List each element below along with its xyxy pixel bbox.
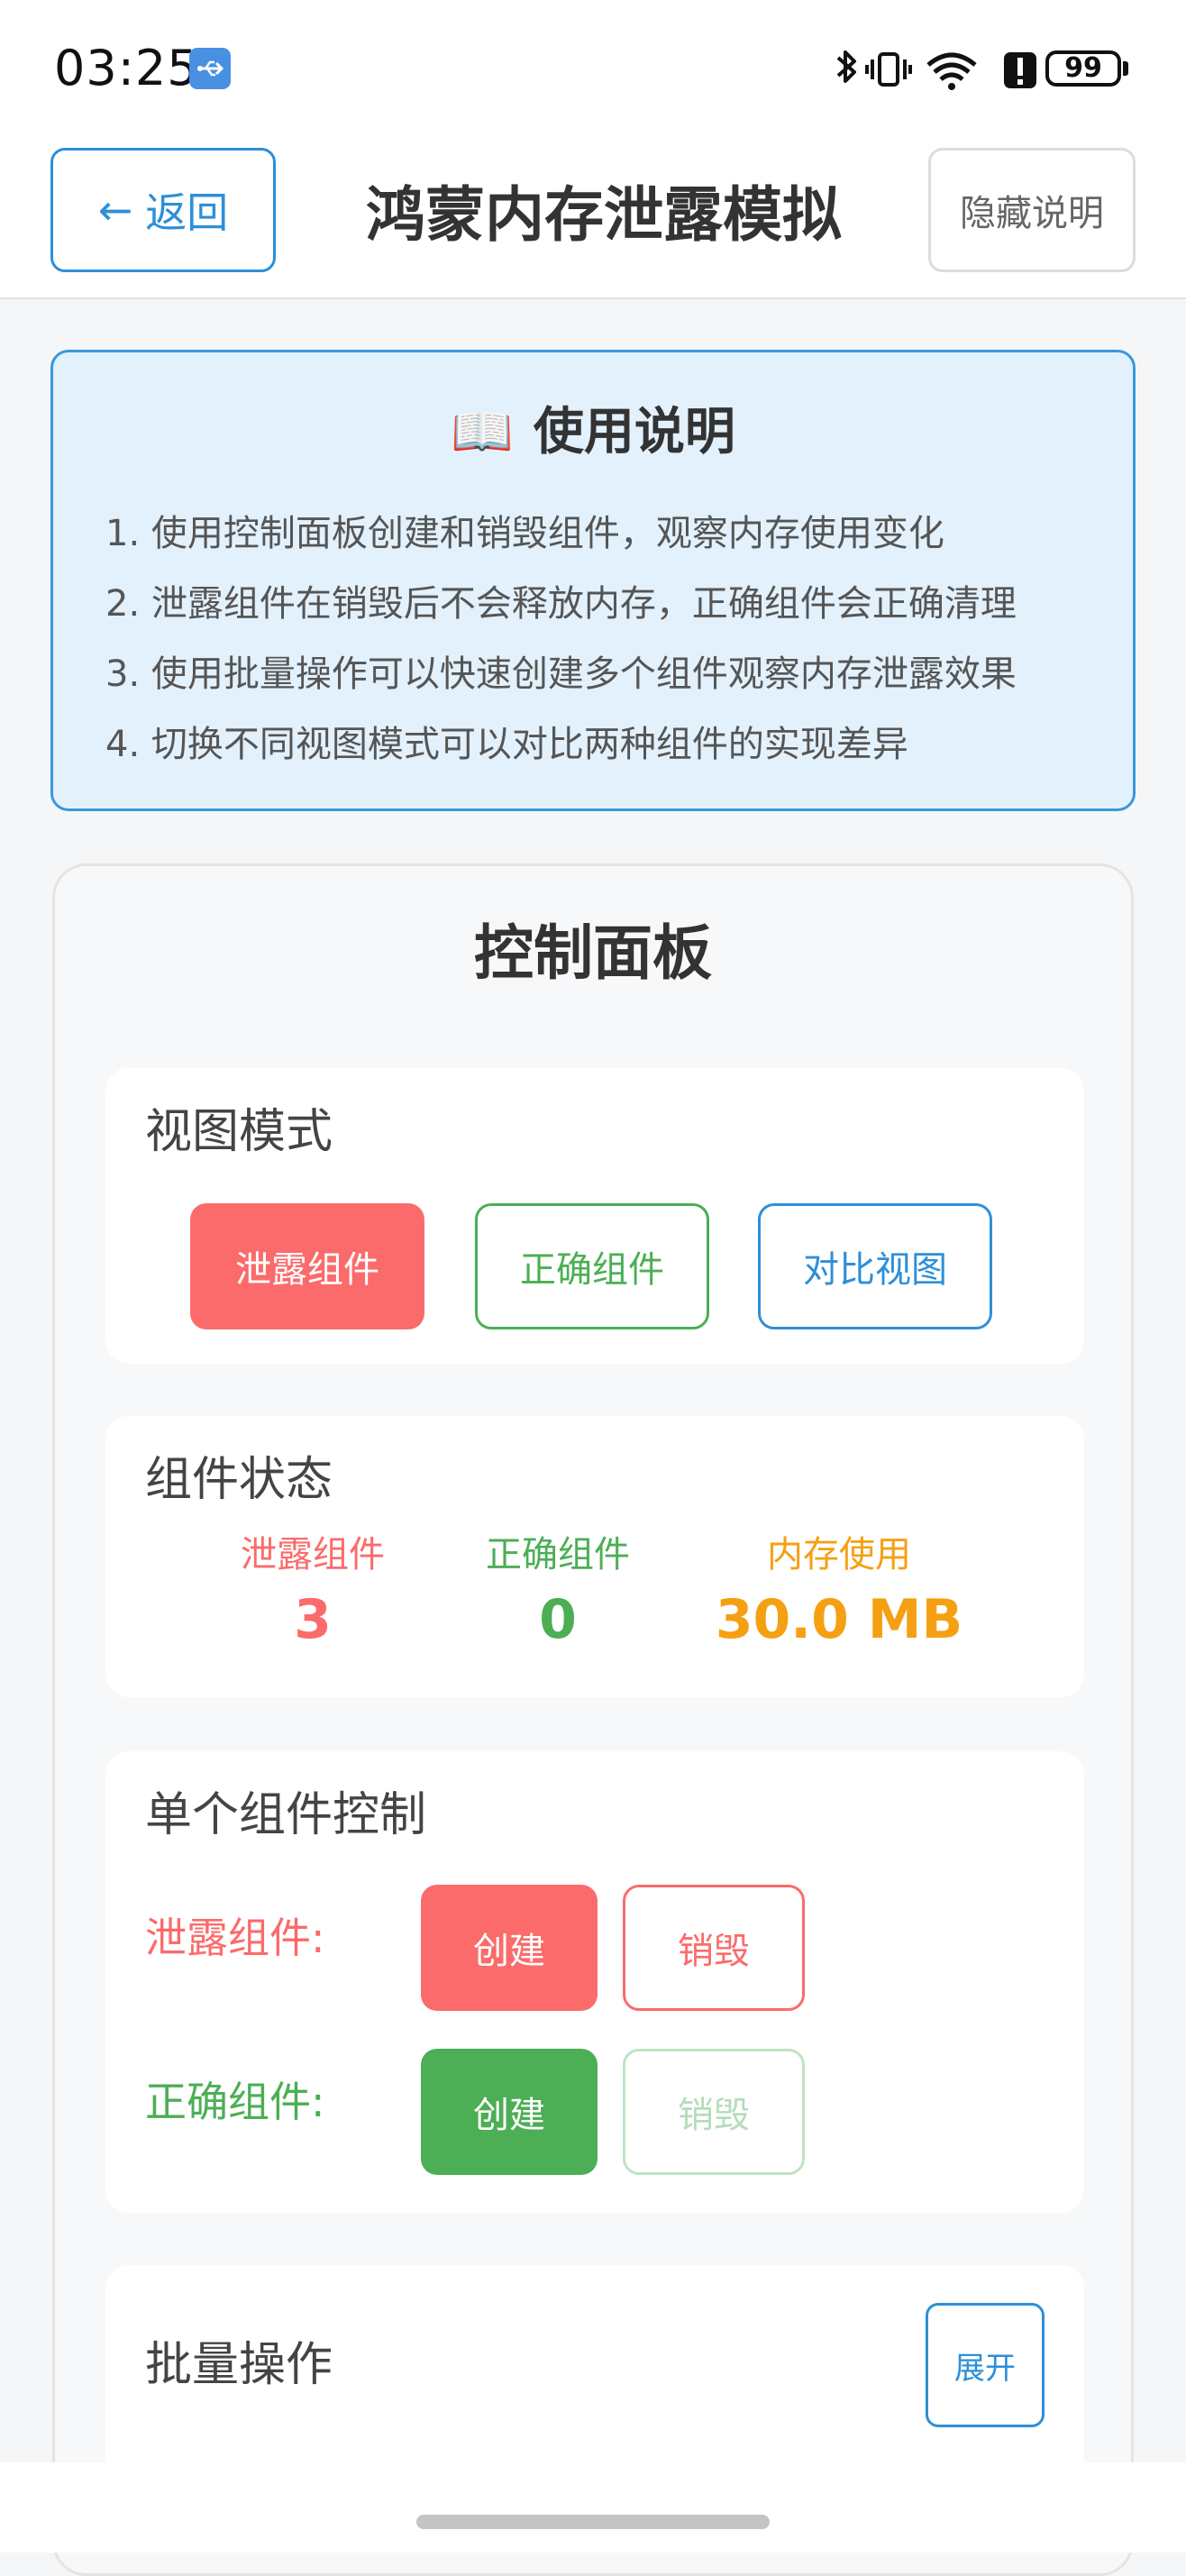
- bluetooth-icon: [836, 50, 856, 83]
- leak-create-button[interactable]: 创建: [421, 1885, 598, 2011]
- leak-destroy-button[interactable]: 销毁: [623, 1885, 805, 2011]
- correct-count-stat: 正确组件 0: [468, 1530, 648, 1659]
- leak-count-stat: 泄露组件 3: [223, 1530, 403, 1659]
- page-title: 鸿蒙内存泄露模拟: [366, 180, 842, 250]
- instruction-item: 3. 使用批量操作可以快速创建多个组件观察内存泄露效果: [105, 653, 1017, 695]
- mode-correct-button[interactable]: 正确组件: [475, 1203, 709, 1329]
- component-status-title: 组件状态: [145, 1453, 333, 1507]
- batch-expand-button[interactable]: 展开: [926, 2303, 1045, 2427]
- leak-count-value: 3: [294, 1588, 332, 1651]
- alert-icon: [1004, 52, 1036, 88]
- leak-count-label: 泄露组件: [241, 1534, 385, 1576]
- batch-operations-title: 批量操作: [145, 2338, 333, 2392]
- view-mode-title: 视图模式: [145, 1105, 333, 1159]
- control-panel: 控制面板 视图模式 泄露组件 正确组件 对比视图 组件状态 泄露组件 3 正确组…: [52, 863, 1134, 2576]
- mode-leak-button[interactable]: 泄露组件: [190, 1203, 424, 1329]
- instruction-item: 2. 泄露组件在销毁后不会释放内存，正确组件会正确清理: [105, 583, 1017, 625]
- leak-row-label: 泄露组件:: [145, 1914, 325, 1962]
- back-label: 返回: [145, 188, 229, 237]
- status-time: 03:25: [54, 40, 199, 96]
- back-button[interactable]: ← 返回: [50, 148, 276, 272]
- panel-title: 控制面板: [474, 918, 712, 988]
- instructions-card: 📖 使用说明 1. 使用控制面板创建和销毁组件，观察内存使用变化 2. 泄露组件在…: [50, 350, 1136, 811]
- bottom-nav-area: [0, 2462, 1186, 2553]
- wifi-icon: [926, 52, 977, 90]
- correct-count-label: 正确组件: [486, 1534, 630, 1576]
- instruction-item: 4. 切换不同视图模式可以对比两种组件的实现差异: [105, 724, 908, 765]
- memory-usage-value: 30.0 MB: [715, 1588, 963, 1651]
- battery-icon: 99: [1045, 50, 1121, 87]
- view-mode-card: 视图模式 泄露组件 正确组件 对比视图: [105, 1068, 1084, 1364]
- correct-count-value: 0: [539, 1588, 577, 1651]
- correct-destroy-button[interactable]: 销毁: [623, 2049, 805, 2175]
- instruction-item: 1. 使用控制面板创建和销毁组件，观察内存使用变化: [105, 513, 944, 554]
- hide-instructions-button[interactable]: 隐藏说明: [928, 148, 1136, 272]
- component-status-card: 组件状态 泄露组件 3 正确组件 0 内存使用 30.0 MB: [105, 1416, 1084, 1697]
- battery-tip: [1123, 61, 1128, 76]
- back-arrow-icon: ←: [97, 186, 133, 234]
- home-indicator[interactable]: [416, 2515, 770, 2529]
- usb-icon: [189, 48, 231, 89]
- instructions-list: 1. 使用控制面板创建和销毁组件，观察内存使用变化 2. 泄露组件在销毁后不会释…: [105, 498, 1017, 780]
- correct-row-label: 正确组件:: [145, 2078, 325, 2126]
- single-control-title: 单个组件控制: [145, 1788, 427, 1842]
- instructions-heading: 📖 使用说明: [53, 401, 1133, 464]
- book-icon: 📖: [451, 403, 514, 461]
- status-bar: 03:25 99: [0, 0, 1186, 135]
- status-icons: [827, 45, 1044, 96]
- correct-create-button[interactable]: 创建: [421, 2049, 598, 2175]
- memory-usage-stat: 内存使用 30.0 MB: [704, 1530, 974, 1659]
- single-control-card: 单个组件控制 泄露组件: 创建 销毁 正确组件: 创建 销毁: [105, 1751, 1084, 2213]
- top-bar: ← 返回 鸿蒙内存泄露模拟 隐藏说明: [0, 135, 1186, 299]
- memory-usage-label: 内存使用: [767, 1534, 911, 1576]
- mode-compare-button[interactable]: 对比视图: [758, 1203, 992, 1329]
- instructions-title: 使用说明: [533, 403, 735, 461]
- vibrate-icon: [865, 52, 912, 87]
